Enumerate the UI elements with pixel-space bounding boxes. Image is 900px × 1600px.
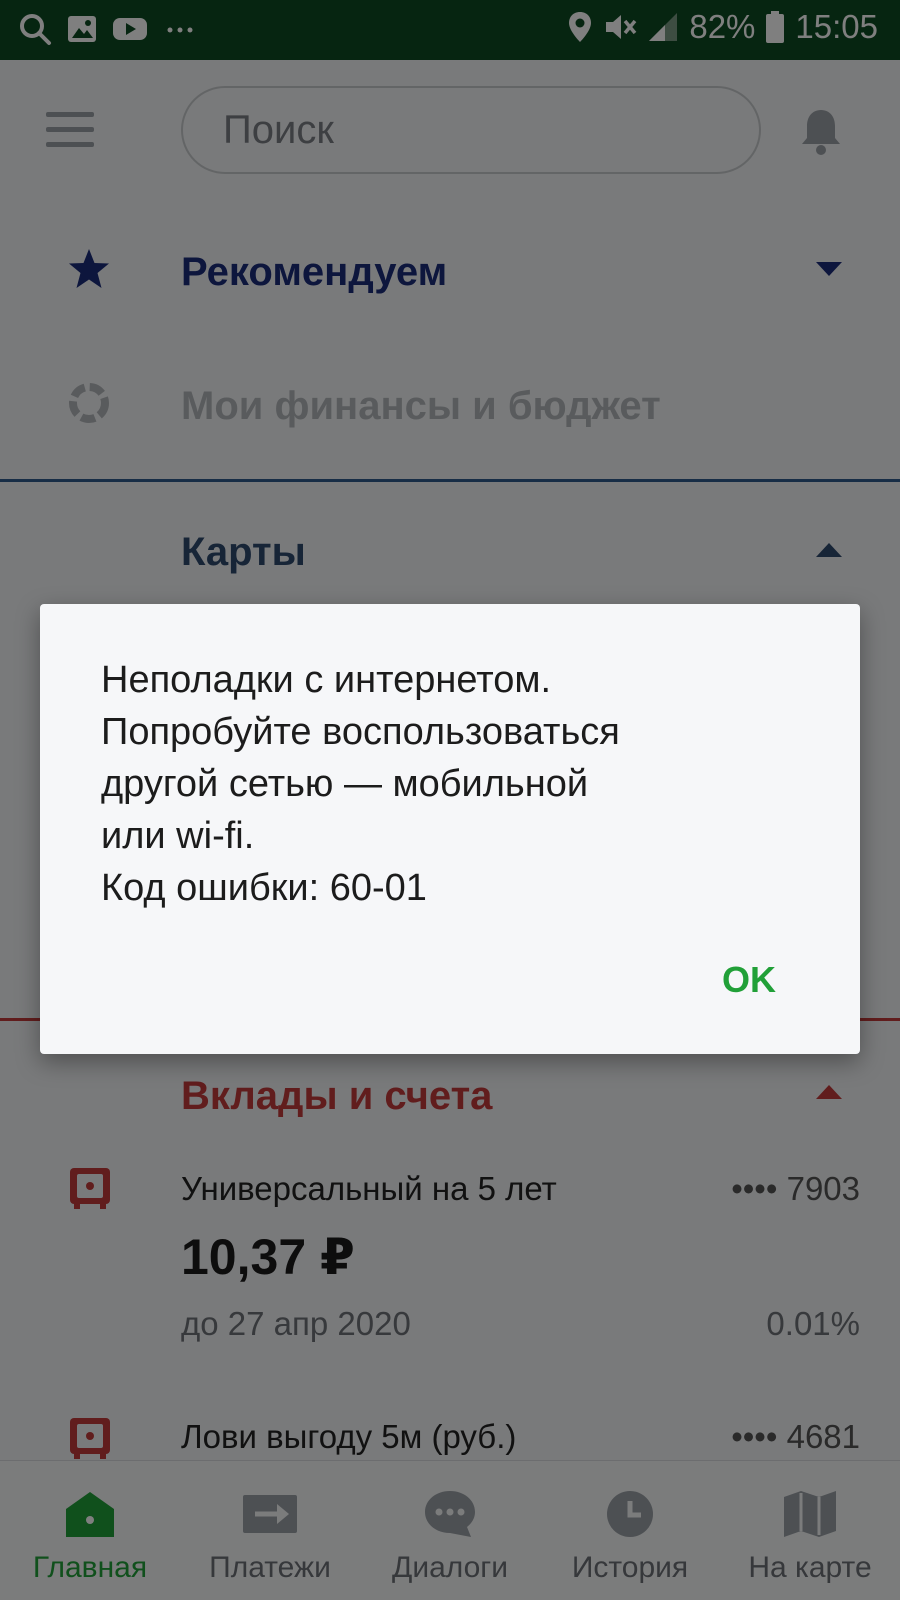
error-dialog: Неполадки с интернетом. Попробуйте воспо… — [40, 604, 860, 1054]
dialog-message-line: или wi-fi. — [101, 815, 255, 857]
dialog-message-line: другой сетью — мобильной — [101, 763, 589, 805]
dialog-error-code: Код ошибки: 60-01 — [101, 867, 427, 909]
ok-button[interactable]: OK — [722, 959, 776, 1001]
dialog-message-line: Неполадки с интернетом. — [101, 659, 552, 701]
dialog-message: Неполадки с интернетом. Попробуйте воспо… — [101, 654, 801, 914]
dialog-message-line: Попробуйте воспользоваться — [101, 711, 620, 753]
